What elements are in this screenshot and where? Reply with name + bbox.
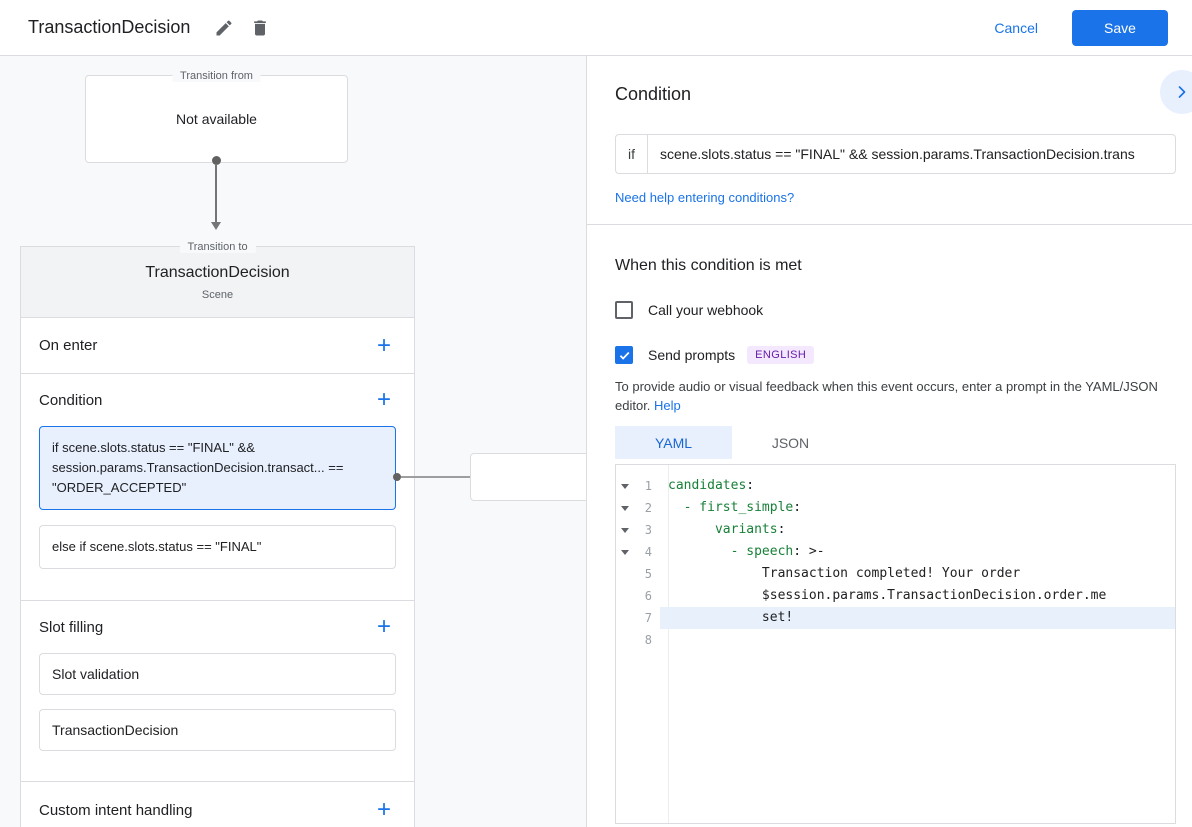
scene-header[interactable]: TransactionDecision Scene bbox=[21, 247, 414, 318]
panel-divider bbox=[587, 224, 1192, 225]
condition-section-label: Condition bbox=[39, 392, 102, 409]
line-number: 8 bbox=[634, 633, 660, 647]
fold-toggle[interactable] bbox=[616, 484, 634, 489]
code-text[interactable]: variants: bbox=[660, 519, 1175, 541]
scene-title: TransactionDecision bbox=[37, 264, 398, 282]
conditions-help-link[interactable]: Need help entering conditions? bbox=[615, 190, 794, 205]
condition-panel: Condition if Need help entering conditio… bbox=[586, 56, 1192, 827]
section-slot-filling: Slot filling + Slot validation Transacti… bbox=[21, 601, 414, 782]
slot-card-transaction-decision[interactable]: TransactionDecision bbox=[39, 709, 396, 751]
on-enter-label: On enter bbox=[39, 337, 97, 354]
connector-line bbox=[215, 164, 217, 222]
code-line[interactable]: 6 $session.params.TransactionDecision.or… bbox=[616, 585, 1175, 607]
tab-yaml[interactable]: YAML bbox=[615, 426, 732, 459]
transition-from-node: Transition from Not available bbox=[85, 75, 348, 163]
transition-to-label: Transition to bbox=[179, 241, 255, 253]
language-badge: ENGLISH bbox=[747, 346, 814, 364]
prompt-description: To provide audio or visual feedback when… bbox=[615, 377, 1176, 415]
yaml-editor[interactable]: 1candidates:2 - first_simple:3 variants:… bbox=[615, 464, 1176, 824]
chevron-right-icon bbox=[1172, 82, 1192, 102]
if-label: if bbox=[615, 134, 647, 174]
condition-connector-dot bbox=[393, 473, 401, 481]
save-button[interactable]: Save bbox=[1072, 10, 1168, 46]
webhook-label: Call your webhook bbox=[648, 302, 763, 318]
fold-triangle-icon[interactable] bbox=[621, 528, 629, 533]
section-on-enter: On enter + bbox=[21, 318, 414, 374]
arrow-down-icon bbox=[211, 222, 221, 230]
fold-triangle-icon[interactable] bbox=[621, 550, 629, 555]
fold-triangle-icon[interactable] bbox=[621, 506, 629, 511]
condition-card-selected[interactable]: if scene.slots.status == "FINAL" && sess… bbox=[39, 426, 396, 510]
code-line[interactable]: 2 - first_simple: bbox=[616, 497, 1175, 519]
code-text[interactable] bbox=[660, 629, 1175, 651]
add-condition-button[interactable]: + bbox=[364, 380, 404, 420]
delete-icon[interactable] bbox=[242, 10, 278, 46]
code-line[interactable]: 1candidates: bbox=[616, 475, 1175, 497]
add-custom-intent-button[interactable]: + bbox=[364, 790, 404, 827]
send-prompts-checkbox[interactable] bbox=[615, 346, 633, 364]
send-prompts-row: Send prompts ENGLISH bbox=[615, 346, 1176, 364]
line-number: 3 bbox=[634, 523, 660, 537]
line-number: 7 bbox=[634, 611, 660, 625]
code-text[interactable]: - speech: >- bbox=[660, 541, 1175, 563]
checkmark-icon bbox=[618, 349, 631, 362]
transition-target-node[interactable] bbox=[470, 453, 586, 501]
fold-toggle[interactable] bbox=[616, 506, 634, 511]
prompt-description-text: To provide audio or visual feedback when… bbox=[615, 379, 1158, 413]
code-text[interactable]: Transaction completed! Your order bbox=[660, 563, 1175, 585]
collapse-panel-button[interactable] bbox=[1160, 70, 1192, 114]
fold-triangle-icon[interactable] bbox=[621, 484, 629, 489]
transition-from-value: Not available bbox=[176, 111, 257, 127]
main-area: Transition from Not available Transition… bbox=[0, 56, 1192, 827]
webhook-row: Call your webhook bbox=[615, 301, 1176, 319]
add-slot-button[interactable]: + bbox=[364, 607, 404, 647]
code-line[interactable]: 7 set! bbox=[616, 607, 1175, 629]
line-number: 4 bbox=[634, 545, 660, 559]
code-text[interactable]: candidates: bbox=[660, 475, 1175, 497]
topbar: TransactionDecision Cancel Save bbox=[0, 0, 1192, 56]
line-number: 5 bbox=[634, 567, 660, 581]
when-met-title: When this condition is met bbox=[615, 257, 1176, 275]
condition-card[interactable]: else if scene.slots.status == "FINAL" bbox=[39, 525, 396, 569]
add-on-enter-button[interactable]: + bbox=[364, 326, 404, 366]
section-custom-intent: Custom intent handling + bbox=[21, 782, 414, 827]
slot-card-validation[interactable]: Slot validation bbox=[39, 653, 396, 695]
scene-subtitle: Scene bbox=[37, 289, 398, 301]
line-number: 1 bbox=[634, 479, 660, 493]
code-line[interactable]: 8 bbox=[616, 629, 1175, 651]
scene-canvas: Transition from Not available Transition… bbox=[0, 56, 586, 827]
condition-input[interactable] bbox=[647, 134, 1176, 174]
code-text[interactable]: - first_simple: bbox=[660, 497, 1175, 519]
edit-icon[interactable] bbox=[206, 10, 242, 46]
code-line[interactable]: 3 variants: bbox=[616, 519, 1175, 541]
webhook-checkbox[interactable] bbox=[615, 301, 633, 319]
condition-expression-row: if bbox=[615, 134, 1176, 174]
cancel-button[interactable]: Cancel bbox=[988, 19, 1044, 37]
fold-toggle[interactable] bbox=[616, 528, 634, 533]
code-line[interactable]: 5 Transaction completed! Your order bbox=[616, 563, 1175, 585]
custom-intent-label: Custom intent handling bbox=[39, 802, 192, 819]
code-line[interactable]: 4 - speech: >- bbox=[616, 541, 1175, 563]
section-condition: Condition + if scene.slots.status == "FI… bbox=[21, 374, 414, 601]
panel-title: Condition bbox=[615, 84, 1176, 105]
code-lines: 1candidates:2 - first_simple:3 variants:… bbox=[616, 465, 1175, 651]
condition-connector-line bbox=[401, 476, 470, 478]
fold-toggle[interactable] bbox=[616, 550, 634, 555]
line-number: 6 bbox=[634, 589, 660, 603]
transition-from-label: Transition from bbox=[172, 70, 261, 82]
page-title: TransactionDecision bbox=[28, 17, 190, 38]
send-prompts-label: Send prompts bbox=[648, 347, 735, 363]
editor-tabs: YAML JSON bbox=[615, 426, 1176, 459]
code-text[interactable]: set! bbox=[660, 607, 1175, 629]
tab-json[interactable]: JSON bbox=[732, 426, 849, 459]
scene-node: Transition to TransactionDecision Scene … bbox=[20, 246, 415, 827]
line-number: 2 bbox=[634, 501, 660, 515]
slot-filling-label: Slot filling bbox=[39, 619, 103, 636]
help-link[interactable]: Help bbox=[654, 398, 681, 413]
code-text[interactable]: $session.params.TransactionDecision.orde… bbox=[660, 585, 1175, 607]
